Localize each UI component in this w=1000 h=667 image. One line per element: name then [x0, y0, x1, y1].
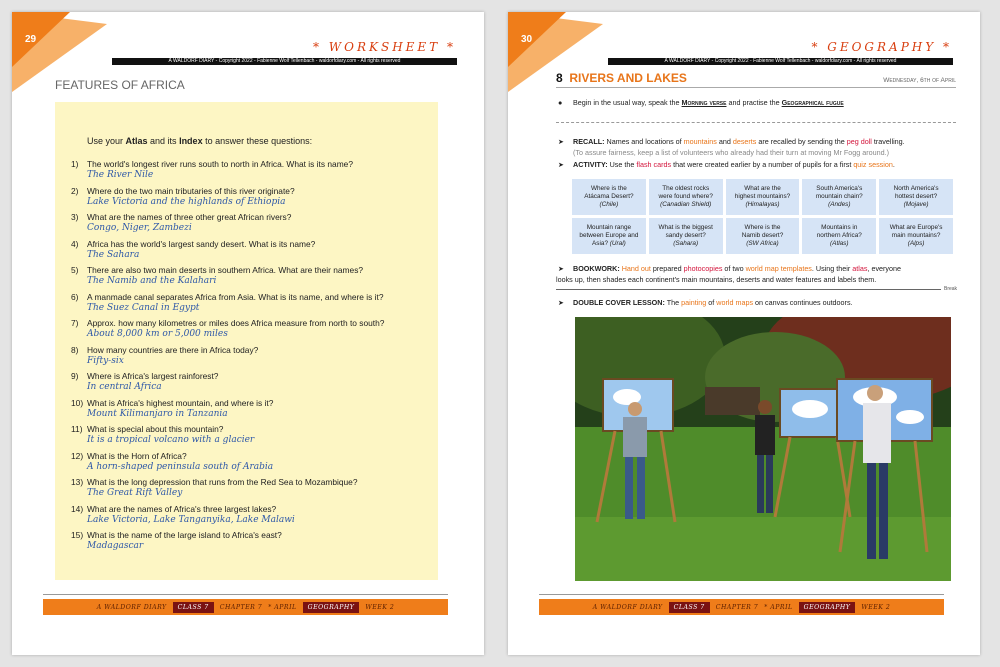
- flash-card: The oldest rocks were found where? (Canadi…: [648, 179, 723, 215]
- bullet-icon: ●: [558, 98, 563, 107]
- answer-text: The Great Rift Valley: [87, 488, 183, 498]
- footer-rule: [539, 594, 944, 595]
- arrow-right-icon: ➤: [558, 160, 565, 169]
- footer-class: CLASS 7: [668, 601, 710, 613]
- question-item: 4) Africa has the world's largest sandy d…: [71, 238, 316, 260]
- bookwork-line-2: looks up, then shades each continent's m…: [556, 275, 877, 284]
- footer-bar: A WALDORF DIARY CLASS 7 CHAPTER 7 * APRI…: [43, 599, 448, 615]
- footer-chapter: CHAPTER 7: [715, 603, 759, 611]
- flash-card: North America's hottest desert? (Mojave): [879, 179, 953, 215]
- answer-text: The Suez Canal in Egypt: [87, 302, 200, 313]
- footer-week: WEEK 2: [365, 603, 395, 611]
- footer-subject: GEOGRAPHY: [302, 601, 360, 613]
- footer-diary: A WALDORF DIARY: [96, 603, 167, 611]
- lesson-number: 8: [556, 71, 563, 85]
- flash-card: What are Europe's main mountains? (Alps): [879, 218, 953, 254]
- flash-card: Where is the Atácama Desert? (Chile): [572, 179, 646, 215]
- left-page: 29 * WORKSHEET * A WALDORF DIARY - Copyr…: [12, 12, 484, 655]
- answer-text: About 8,000 km or 5,000 miles: [87, 329, 228, 339]
- question-item: 3) What are the names of three other grea…: [71, 212, 292, 233]
- page-number: 30: [521, 34, 533, 45]
- worksheet-panel: Use your Atlas and its Index to answer t…: [55, 102, 438, 580]
- right-page: 30 * GEOGRAPHY * A WALDORF DIARY - Copyr…: [508, 12, 980, 655]
- arrow-right-icon: ➤: [558, 298, 565, 307]
- page-number: 29: [25, 34, 37, 45]
- question-item: 9) Where is Africa's largest rainforest? I…: [71, 371, 219, 392]
- flash-card: Where is the Namib desert? (SW Africa): [725, 218, 800, 254]
- footer-week: WEEK 2: [861, 603, 891, 611]
- header-title: * WORKSHEET *: [312, 40, 456, 54]
- question-item: 5) There are also two main deserts in sou…: [71, 265, 364, 286]
- title-rule: [556, 87, 956, 88]
- footer-subject: GEOGRAPHY: [798, 601, 856, 613]
- flash-card: What is the biggest sandy desert? (Sahara): [648, 218, 723, 254]
- answer-text: Mount Kilimanjaro in Tanzania: [87, 408, 228, 419]
- footer-chapter: CHAPTER 7: [219, 603, 263, 611]
- question-item: 8) How many countries are there in Africa…: [71, 344, 259, 366]
- question-item: 11) What is special about this mountain? I…: [71, 424, 255, 445]
- header-title: * GEOGRAPHY *: [811, 40, 952, 54]
- copyright-bar: A WALDORF DIARY - Copyright 2022 - Fabie…: [608, 58, 953, 65]
- break-label: Break: [944, 286, 958, 292]
- lesson-name: RIVERS AND LAKES: [569, 71, 687, 85]
- answer-text: The Sahara: [87, 249, 140, 260]
- question-item: 6) A manmade canal separates Africa from …: [71, 291, 384, 313]
- question-item: 1) The world's longest river runs south t…: [71, 159, 353, 180]
- answer-text: Madagascar: [87, 541, 144, 551]
- answer-text: It is a tropical volcano with a glacier: [87, 435, 255, 445]
- footer-rule: [43, 594, 448, 595]
- answer-text: Congo, Niger, Zambezi: [87, 223, 192, 233]
- footer-month: * APRIL: [268, 603, 297, 611]
- lesson-date: Wednesday, 6th of April: [883, 77, 956, 84]
- question-item: 10) What is Africa's highest mountain, an…: [71, 397, 274, 419]
- page-title: FEATURES OF AFRICA: [55, 78, 185, 92]
- worksheet-intro: Use your Atlas and its Index to answer t…: [87, 136, 313, 146]
- question-item: 15) What is the name of the large island …: [71, 530, 282, 551]
- question-item: 14) What are the names of Africa's three …: [71, 503, 295, 525]
- footer-diary: A WALDORF DIARY: [592, 603, 663, 611]
- question-item: 13) What is the long depression that runs…: [71, 477, 358, 498]
- footer-bar: A WALDORF DIARY CLASS 7 CHAPTER 7 * APRI…: [539, 599, 944, 615]
- flash-card: Mountain range between Europe and Asia? (U…: [572, 218, 646, 254]
- flash-card-grid: Where is the Atácama Desert? (Chile) The o…: [572, 179, 953, 254]
- footer-class: CLASS 7: [172, 601, 214, 613]
- question-item: 7) Approx. how many kilometres or miles d…: [71, 318, 385, 339]
- question-item: 2) Where do the two main tributaries of t…: [71, 185, 295, 207]
- answer-text: Fifty-six: [87, 355, 124, 366]
- question-item: 12) What is the Horn of Africa? A horn-sha…: [71, 450, 274, 472]
- flash-card: South America's mountain chain? (Andes): [802, 179, 877, 215]
- break-divider: [556, 289, 941, 290]
- answer-text: The Namib and the Kalahari: [87, 276, 217, 286]
- footer-month: * APRIL: [764, 603, 793, 611]
- lesson-title: 8 RIVERS AND LAKES: [556, 71, 687, 85]
- answer-text: In central Africa: [87, 382, 162, 392]
- question-list: 1) The world's longest river runs south t…: [71, 159, 431, 557]
- flash-card: What are the highest mountains? (Himalayas…: [725, 179, 800, 215]
- arrow-right-icon: ➤: [558, 264, 565, 273]
- answer-text: Lake Victoria and the highlands of Ethio…: [87, 196, 286, 207]
- copyright-bar: A WALDORF DIARY - Copyright 2022 - Fabie…: [112, 58, 457, 65]
- answer-text: Lake Victoria, Lake Tanganyika, Lake Mal…: [87, 514, 295, 525]
- answer-text: A horn-shaped peninsula south of Arabia: [87, 461, 274, 472]
- outdoor-painting-photo: [575, 317, 951, 581]
- arrow-right-icon: ➤: [558, 137, 565, 146]
- dashed-divider: [556, 122, 956, 123]
- flash-card: Mountains in northern Africa? (Atlas): [802, 218, 877, 254]
- answer-text: The River Nile: [87, 170, 154, 180]
